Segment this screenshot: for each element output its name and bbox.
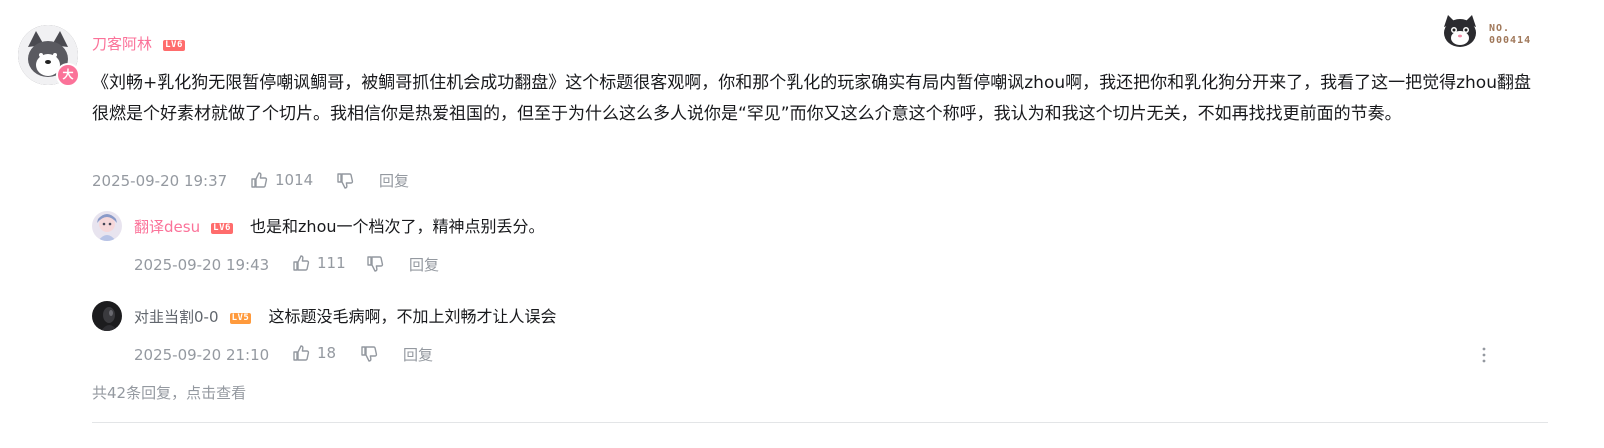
like-count: 111: [317, 254, 346, 272]
vip-badge: 大: [56, 63, 80, 87]
fan-badge-cat-icon: [1440, 13, 1480, 49]
level-badge: LV6: [163, 40, 185, 51]
reply-time: 2025-09-20 19:43: [134, 256, 270, 274]
like-count: 1014: [275, 171, 314, 189]
comment-header: 刀客阿林 LV6: [92, 34, 185, 53]
view-more-replies-link[interactable]: 共42条回复，点击查看: [92, 384, 246, 402]
like-count: 18: [317, 344, 337, 362]
fan-badge-line1: NO.: [1489, 23, 1511, 34]
reply-username[interactable]: 对韭当割0-0: [134, 308, 219, 326]
reply-avatar[interactable]: [92, 301, 122, 331]
divider: [92, 422, 1548, 423]
reply-button[interactable]: 回复: [409, 256, 439, 274]
thumbs-up-icon[interactable]: [292, 344, 310, 362]
anime-avatar-icon: [92, 211, 122, 241]
thumbs-down-icon[interactable]: [336, 172, 354, 190]
comment-time: 2025-09-20 19:37: [92, 172, 228, 190]
fan-badge-line2: 000414: [1489, 35, 1532, 46]
reply-button[interactable]: 回复: [403, 346, 433, 364]
thumbs-up-icon[interactable]: [292, 254, 310, 272]
reply-text: 也是和zhou一个档次了，精神点别丢分。: [250, 217, 545, 236]
level-badge: LV6: [211, 223, 233, 234]
reply-header: 翻译desu LV6 也是和zhou一个档次了，精神点别丢分。: [134, 217, 545, 237]
thumbs-up-icon[interactable]: [250, 171, 268, 189]
reply-text: 这标题没毛病啊，不加上刘畅才让人误会: [268, 307, 557, 326]
reply-button[interactable]: 回复: [379, 172, 409, 190]
comment-text: 《刘畅+乳化狗无限暂停嘲讽鲷哥，被鲷哥抓住机会成功翻盘》这个标题很客观啊，你和那…: [92, 73, 1531, 124]
reply-time: 2025-09-20 21:10: [134, 346, 270, 364]
level-badge: LV5: [229, 313, 252, 324]
fan-badge-number: NO. 000414: [1489, 23, 1531, 47]
more-vertical-icon[interactable]: [1478, 345, 1490, 365]
dark-avatar-icon: [92, 301, 122, 331]
reply-avatar[interactable]: [92, 211, 122, 241]
thumbs-down-icon[interactable]: [366, 255, 384, 273]
reply-username[interactable]: 翻译desu: [134, 218, 200, 236]
thumbs-down-icon[interactable]: [360, 345, 378, 363]
reply-header: 对韭当割0-0 LV5 这标题没毛病啊，不加上刘畅才让人误会: [134, 307, 556, 327]
username[interactable]: 刀客阿林: [92, 35, 152, 53]
